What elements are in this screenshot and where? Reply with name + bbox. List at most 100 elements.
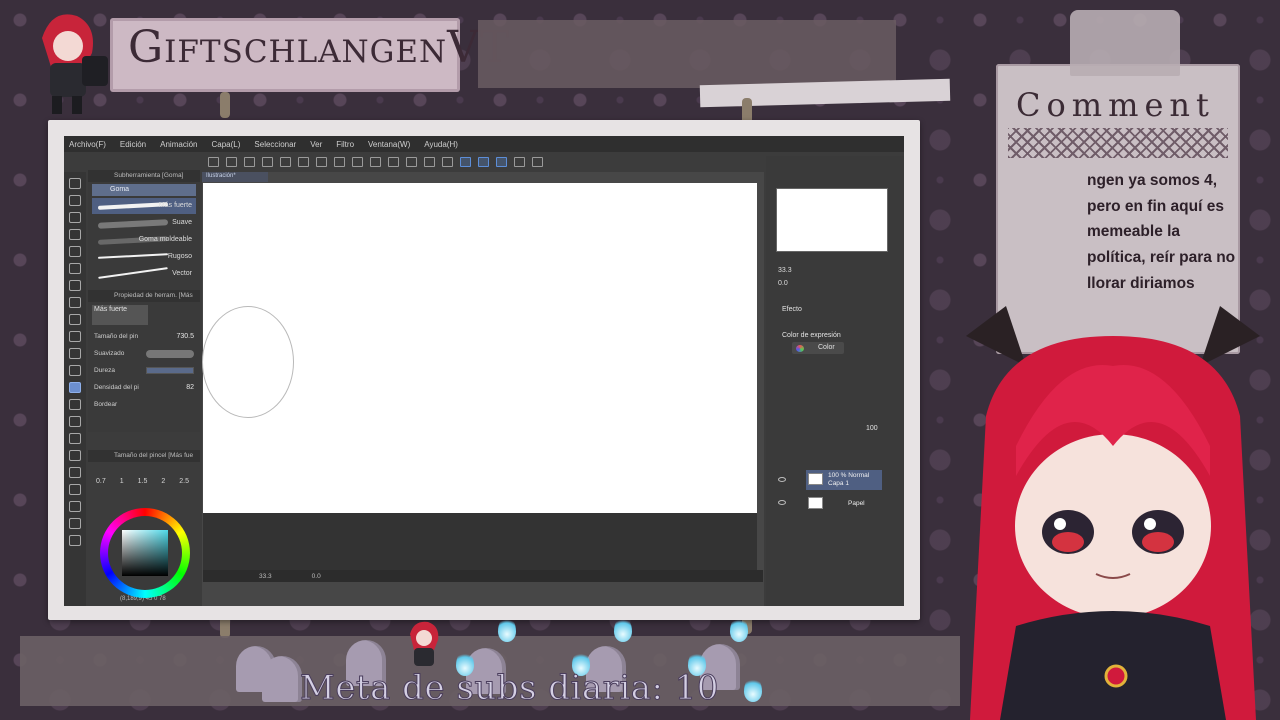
ghost-flame-icon [744,676,762,702]
layer-row-papel[interactable]: Papel [806,494,882,512]
selection-tool-icon[interactable] [69,246,81,257]
figure-tool-icon[interactable] [69,450,81,461]
hardness-slider[interactable] [146,367,194,374]
brush-stroke-preview [97,253,169,259]
auto-select-tool-icon[interactable] [69,263,81,274]
menu-filter[interactable]: Filtro [336,140,354,149]
move-tool-icon[interactable] [69,195,81,206]
help-icon[interactable] [532,157,543,167]
menu-select[interactable]: Seleccionar [254,140,296,149]
border-row[interactable]: Bordear [88,396,200,413]
move-layer-tool-icon[interactable] [69,229,81,240]
layer-thumbnail [808,473,823,485]
save-icon[interactable] [298,157,309,167]
snap-grid-icon[interactable] [496,157,507,167]
eye-icon[interactable] [778,500,786,505]
new-file-icon[interactable] [226,157,237,167]
export-icon[interactable] [316,157,327,167]
vtuber-avatar-image [946,296,1280,720]
transform-icon[interactable] [424,157,435,167]
menu-file[interactable]: Archivo(F) [69,140,106,149]
hardness-row[interactable]: Dureza [88,362,200,379]
decoration-tool-icon[interactable] [69,365,81,376]
menu-window[interactable]: Ventana(W) [368,140,410,149]
size-preset[interactable]: 2 [161,478,165,485]
pencil-tool-icon[interactable] [69,314,81,325]
snap-ruler-icon[interactable] [478,157,489,167]
pen-tool-icon[interactable] [69,297,81,308]
tool-palette [64,172,86,606]
clip-icon [220,92,230,118]
menu-animation[interactable]: Animación [160,140,197,149]
subtool-group-tab[interactable]: Goma [92,184,196,196]
mini-avatar-image [22,8,114,118]
text-tool-icon[interactable] [69,501,81,512]
gradient-tool-icon[interactable] [69,433,81,444]
fill-tool-icon[interactable] [69,416,81,427]
brush-stroke-preview [97,202,169,210]
brush-item[interactable]: Goma moldeable [92,232,196,248]
operation-tool-icon[interactable] [69,212,81,223]
navigator-zoom[interactable]: 33.3 [778,264,792,277]
layer-opacity-value[interactable]: 100 [866,425,878,432]
size-preset[interactable]: 2.5 [179,478,189,485]
navigator-rotation[interactable]: 0.0 [778,277,792,290]
new-canvas-icon[interactable] [262,157,273,167]
menu-icon[interactable] [208,157,219,167]
brush-size-value[interactable]: 730.5 [176,333,194,340]
camera-icon[interactable] [244,157,255,167]
redo-icon[interactable] [352,157,363,167]
ruler-tool-icon[interactable] [69,484,81,495]
menu-edit[interactable]: Edición [120,140,146,149]
navigator-preview[interactable] [776,188,888,252]
brush-size-row[interactable]: Tamaño del pin 730.5 [88,328,200,345]
menu-bar: Archivo(F) Edición Animación Capa(L) Sel… [64,136,904,152]
smartphone-icon[interactable] [514,157,525,167]
pen-mode-icon[interactable] [460,157,471,167]
brush-item[interactable]: Suave [92,215,196,231]
density-label: Densidad del pi [94,384,139,391]
canvas-tab[interactable]: Ilustración* [202,172,268,182]
menu-layer[interactable]: Capa(L) [212,140,241,149]
airbrush-tool-icon[interactable] [69,348,81,359]
mini-avatar-image [404,620,444,668]
size-preset[interactable]: 0.7 [96,478,106,485]
blend-tool-icon[interactable] [69,399,81,410]
saturation-value-square[interactable] [122,530,168,576]
brush-tool-icon[interactable] [69,331,81,342]
top-banner [478,20,896,88]
density-value[interactable]: 82 [186,384,194,391]
ghost-flame-icon [498,616,516,642]
zoom-tool-icon[interactable] [69,178,81,189]
smoothing-slider[interactable] [146,349,194,358]
size-preset[interactable]: 1.5 [138,478,148,485]
brush-size-panel-header: Tamaño del pincel [Más fue [88,450,200,462]
eyedropper-tool-icon[interactable] [69,280,81,291]
undo-icon[interactable] [334,157,345,167]
navigator-values: 33.3 0.0 [778,264,792,290]
smoothing-row[interactable]: Suavizado [88,345,200,362]
layer-name: Papel [848,500,865,507]
decorative-pattern [1008,128,1228,158]
loading-icon[interactable] [370,157,381,167]
size-preset[interactable]: 1 [120,478,124,485]
eraser-tool-icon[interactable] [69,382,81,393]
density-row[interactable]: Densidad del pi 82 [88,379,200,396]
eye-icon[interactable] [778,477,786,482]
menu-help[interactable]: Ayuda(H) [424,140,458,149]
brush-item[interactable]: Más fuerte [92,198,196,214]
color-wheel[interactable] [100,508,190,598]
brush-item[interactable]: Vector [92,266,196,282]
open-icon[interactable] [280,157,291,167]
clear-icon[interactable] [388,157,399,167]
frame-tool-icon[interactable] [69,467,81,478]
correct-line-tool-icon[interactable] [69,535,81,546]
deselect-icon[interactable] [442,157,453,167]
fill-icon[interactable] [406,157,417,167]
zoom-readout[interactable]: 33.3 [259,573,272,580]
rotation-readout[interactable]: 0.0 [312,573,321,580]
balloon-tool-icon[interactable] [69,518,81,529]
brush-item[interactable]: Rugoso [92,249,196,265]
layer-row-capa1[interactable]: 100 % Normal Capa 1 [806,470,882,490]
menu-view[interactable]: Ver [310,140,322,149]
